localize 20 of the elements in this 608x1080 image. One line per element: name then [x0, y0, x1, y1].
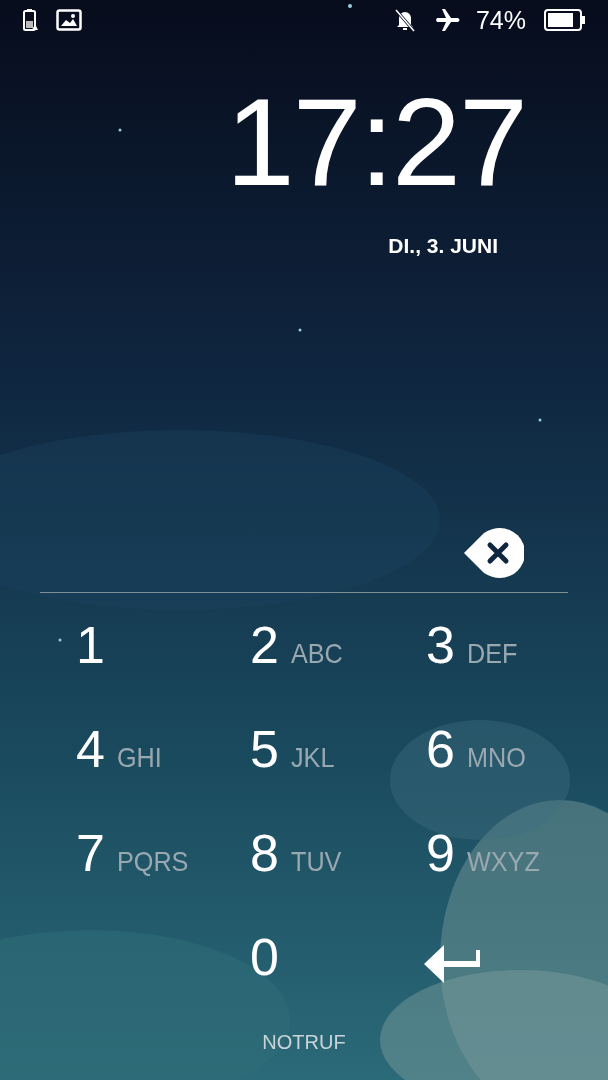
- clock-time: 17:27: [225, 80, 526, 204]
- keypad-key[interactable]: 3 DEF: [424, 611, 525, 679]
- keypad-key[interactable]: 4 GHI: [74, 715, 169, 783]
- battery-warning-icon: [22, 8, 38, 32]
- keypad-key[interactable]: 0: [248, 923, 281, 991]
- keypad-key[interactable]: 9 WXYZ: [424, 819, 550, 887]
- battery-percentage: 74%: [475, 5, 526, 35]
- battery-icon: [544, 9, 586, 31]
- keypad-key[interactable]: 5 JKL: [248, 715, 342, 783]
- date-label: DI., 3. JUNI: [388, 234, 498, 258]
- keypad-key[interactable]: 8 TUV: [248, 819, 349, 887]
- keypad-key[interactable]: 6 MNO: [424, 715, 535, 783]
- keypad-key[interactable]: 7 PQRS: [74, 819, 199, 887]
- enter-icon: [424, 945, 482, 983]
- backspace-icon[interactable]: [462, 528, 524, 578]
- emergency-call-button[interactable]: NOTRUF: [258, 1027, 350, 1058]
- image-icon: [56, 9, 82, 31]
- airplane-icon: [435, 8, 462, 32]
- keypad-key[interactable]: 2 ABC: [248, 611, 351, 679]
- keypad-key[interactable]: 1: [74, 611, 107, 679]
